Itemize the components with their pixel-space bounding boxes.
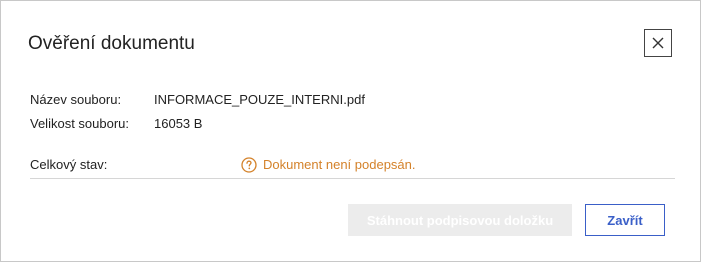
file-size-value: 16053 B: [154, 116, 203, 131]
close-icon: [652, 37, 664, 49]
overall-status-label: Celkový stav:: [30, 157, 108, 172]
close-button[interactable]: [644, 29, 672, 57]
document-verification-dialog: Ověření dokumentu Název souboru: INFORMA…: [0, 0, 701, 262]
overall-status-row: Celkový stav: Dokument není podepsán.: [30, 156, 675, 179]
dialog-title: Ověření dokumentu: [28, 33, 195, 54]
file-name-value: INFORMACE_POUZE_INTERNI.pdf: [154, 92, 365, 107]
question-circle-icon: [241, 157, 257, 173]
close-dialog-button[interactable]: Zavřít: [585, 204, 665, 236]
overall-status-text: Dokument není podepsán.: [263, 157, 416, 172]
download-signature-clause-button[interactable]: Stáhnout podpisovou doložku: [348, 204, 572, 236]
file-size-label: Velikost souboru:: [30, 116, 130, 131]
file-name-label: Název souboru:: [30, 92, 122, 107]
overall-status-value: Dokument není podepsán.: [241, 156, 416, 174]
